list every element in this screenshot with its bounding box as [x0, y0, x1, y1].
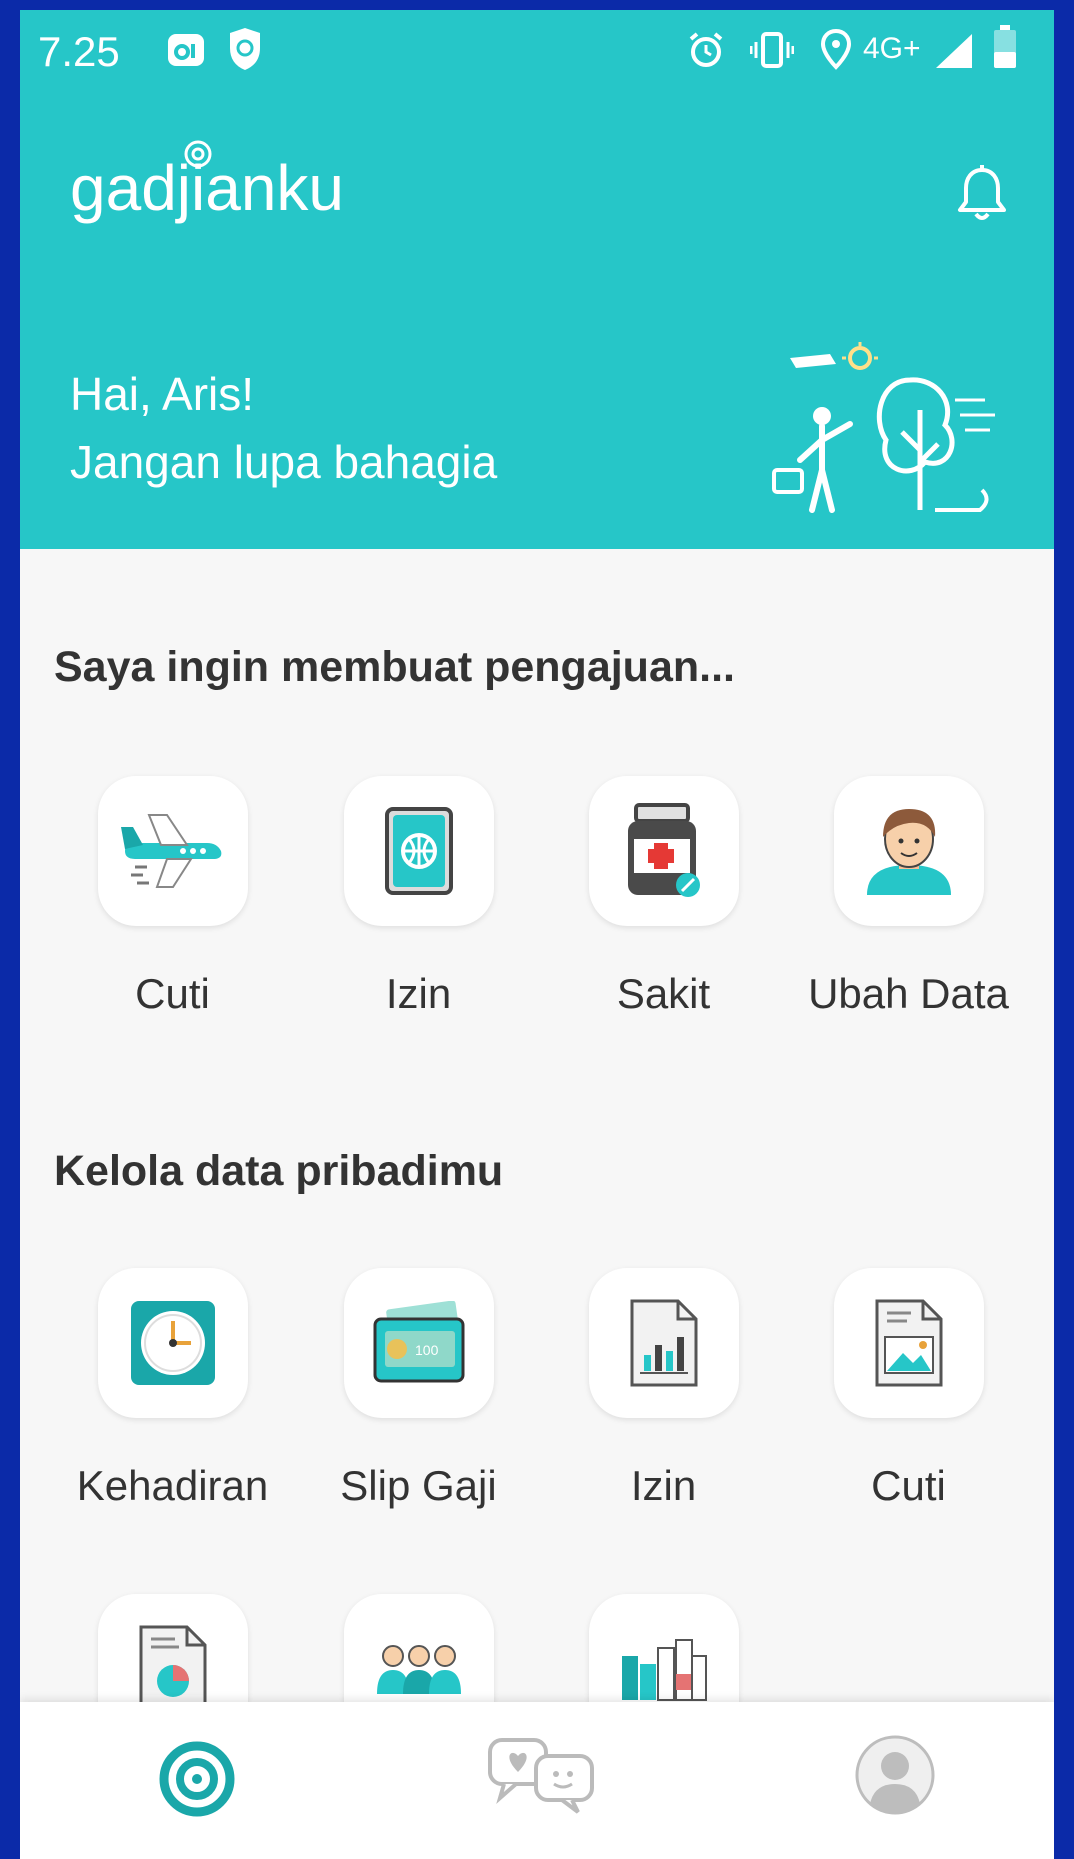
request-izin-tile[interactable]	[344, 776, 494, 926]
nav-home-button[interactable]	[158, 1740, 236, 1823]
shield-icon	[228, 26, 262, 77]
section-title-data: Kelola data pribadimu	[54, 1147, 504, 1195]
data-cuti-tile[interactable]	[834, 1268, 984, 1418]
data-label: Slip Gaji	[340, 1462, 497, 1509]
data-label: Cuti	[871, 1462, 946, 1509]
data-label: Kehadiran	[76, 1462, 269, 1509]
wallet-icon: 100	[373, 1301, 465, 1383]
calendar-grid-icon	[622, 1639, 707, 1701]
team-icon	[377, 1645, 461, 1694]
data-label: Izin	[630, 1462, 697, 1509]
gadjianku-logo: gadjianku	[68, 130, 378, 231]
request-sakit-tile[interactable]	[589, 776, 739, 926]
vacation-illustration	[760, 340, 1000, 525]
request-label: Cuti	[135, 970, 210, 1017]
request-label: Ubah Data	[808, 970, 1009, 1017]
passport-icon	[385, 807, 453, 895]
chat-bubbles-icon	[488, 1738, 594, 1814]
alarm-icon	[686, 30, 726, 75]
vibrate-icon	[749, 30, 795, 75]
battery-icon	[992, 24, 1018, 75]
bar-chart-document-icon	[630, 1299, 698, 1387]
greeting-message: Jangan lupa bahagia	[70, 436, 498, 488]
data-izin-tile[interactable]	[589, 1268, 739, 1418]
status-time: 7.25	[38, 28, 120, 75]
notification-bell-icon[interactable]	[954, 164, 1010, 229]
medicine-bottle-icon	[628, 803, 700, 897]
section-title-request: Saya ingin membuat pengajuan...	[54, 643, 735, 691]
svg-text:100: 100	[415, 1342, 439, 1358]
signal-icon	[934, 32, 974, 75]
nav-chat-button[interactable]	[486, 1736, 598, 1821]
profile-icon	[855, 1735, 935, 1815]
greeting: Hai, Aris! Jangan lupa bahagia	[70, 360, 497, 496]
request-label: Izin	[385, 970, 452, 1017]
status-bar: 7.25 4G+	[20, 10, 1054, 102]
network-type-label: 4G+	[863, 32, 921, 65]
data-slip-gaji-tile[interactable]: 100	[344, 1268, 494, 1418]
user-avatar-icon	[867, 809, 951, 895]
header-hero: 7.25 4G+ gadjianku Hai, Aris! Jangan lup…	[20, 10, 1054, 549]
swirl-logo-icon	[159, 1741, 235, 1817]
image-document-icon	[875, 1299, 943, 1387]
bottom-navigation	[20, 1702, 1054, 1859]
location-icon	[820, 28, 852, 75]
nav-profile-button[interactable]	[854, 1734, 936, 1821]
request-label: Sakit	[616, 970, 711, 1017]
greeting-name: Hai, Aris!	[70, 368, 255, 420]
request-cuti-tile[interactable]	[98, 776, 248, 926]
clock-icon	[131, 1301, 215, 1385]
data-kehadiran-tile[interactable]	[98, 1268, 248, 1418]
app-screen: 7.25 4G+ gadjianku Hai, Aris! Jangan lup…	[20, 10, 1054, 1859]
airplane-icon	[121, 814, 222, 888]
app-notification-icon	[166, 30, 206, 75]
request-ubah-data-tile[interactable]	[834, 776, 984, 926]
